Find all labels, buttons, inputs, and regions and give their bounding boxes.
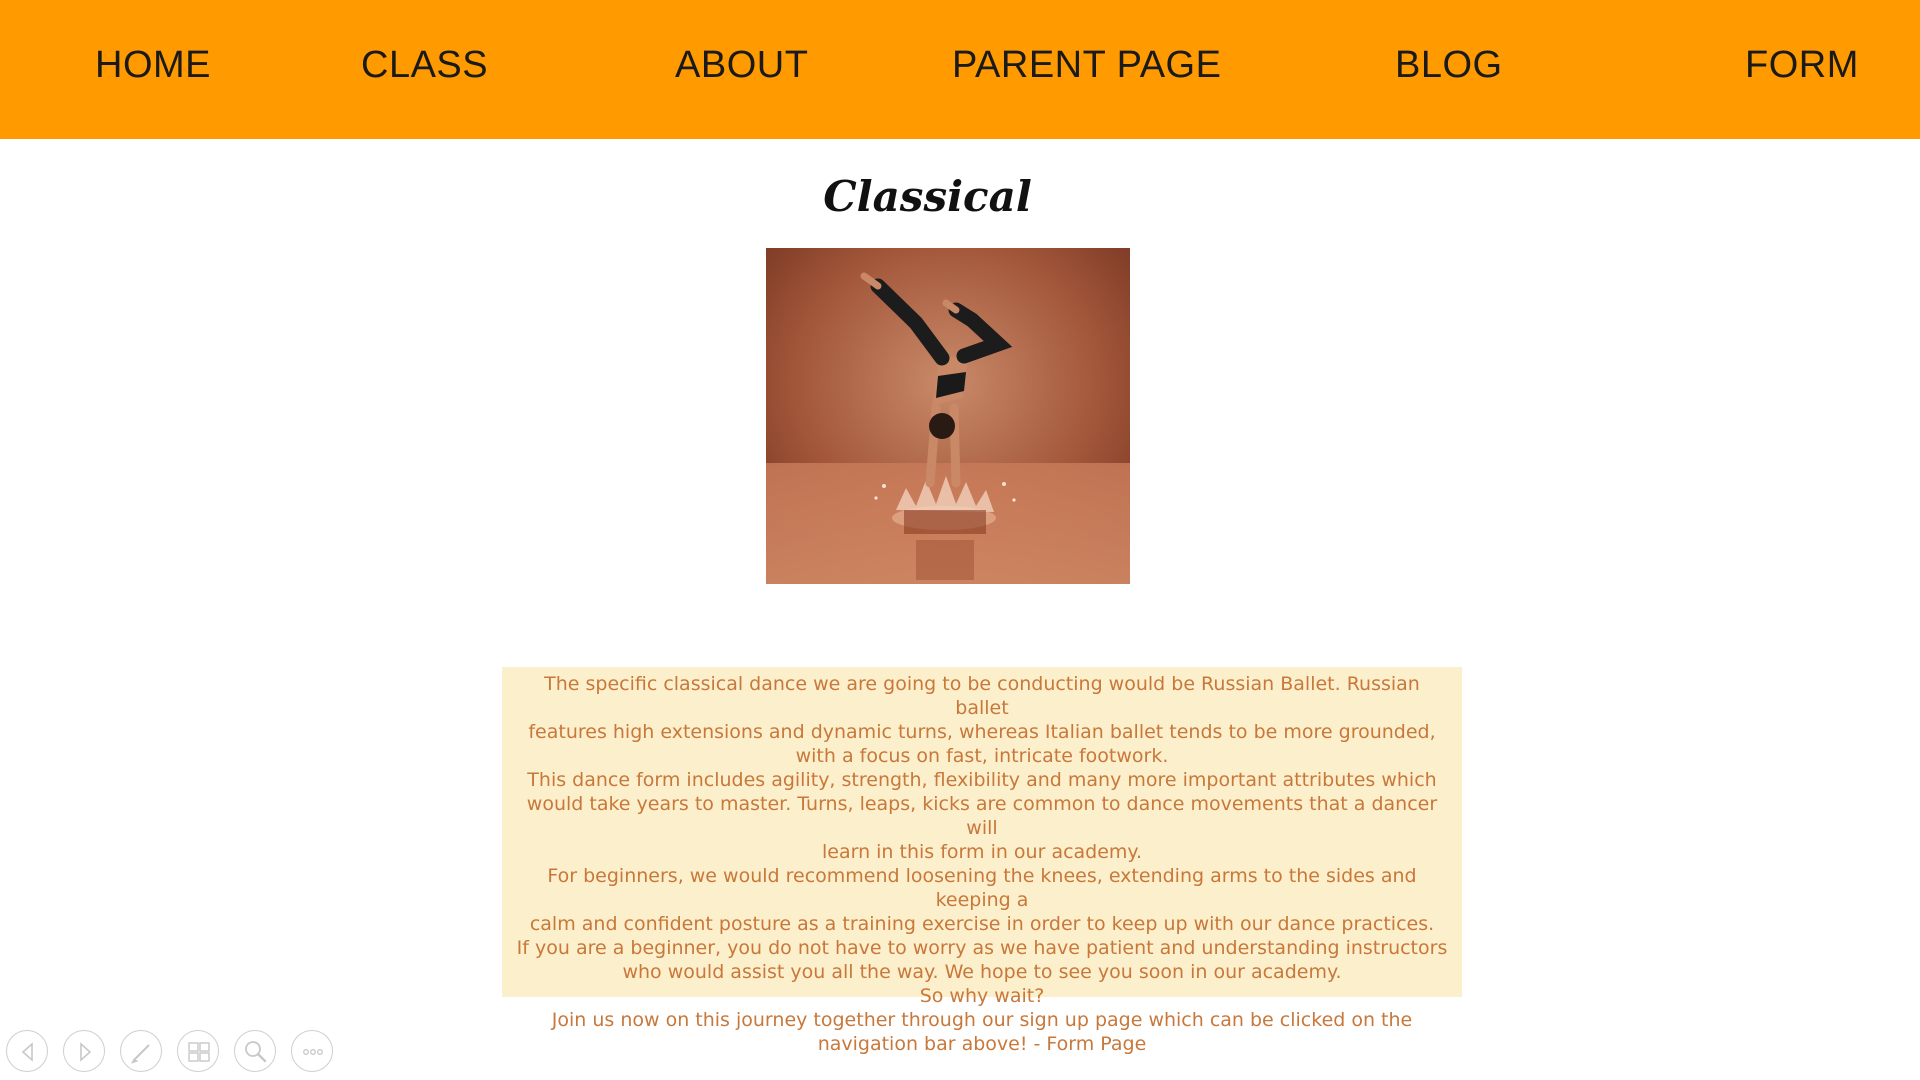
description-line: The specific classical dance we are goin… [544,673,1420,719]
description-line: calm and confident posture as a training… [529,913,1435,935]
description-line: So why wait? [919,985,1045,1007]
nav-parent-page[interactable]: PARENT PAGE [952,44,1221,87]
description-line: with a focus on fast, intricate footwork… [795,745,1169,767]
nav-home[interactable]: HOME [95,44,211,87]
nav-class[interactable]: CLASS [361,44,488,87]
nav-blog[interactable]: BLOG [1395,44,1503,87]
description-line: learn in this form in our academy. [821,841,1143,863]
description-line: who would assist you all the way. We hop… [622,961,1342,983]
previous-icon[interactable] [6,1030,48,1072]
navigation-bar: HOME CLASS ABOUT PARENT PAGE BLOG FORM [0,0,1920,139]
slides-icon[interactable] [177,1030,219,1072]
description-line: If you are a beginner, you do not have t… [516,937,1448,959]
description-line: features high extensions and dynamic tur… [528,721,1436,743]
page-title: Classical [823,172,1032,221]
more-icon[interactable] [291,1030,333,1072]
dancer-photo [766,248,1130,584]
description-line: would take years to master. Turns, leaps… [526,793,1438,839]
description-box: The specific classical dance we are goin… [502,667,1462,1055]
description-line: Join us now on this journey together thr… [551,1009,1413,1031]
nav-about[interactable]: ABOUT [675,44,808,87]
description-line: navigation bar above! - Form Page [817,1033,1147,1055]
nav-form[interactable]: FORM [1745,44,1859,87]
description-line: For beginners, we would recommend loosen… [547,865,1417,911]
next-icon[interactable] [63,1030,105,1072]
pen-icon[interactable] [120,1030,162,1072]
zoom-icon[interactable] [234,1030,276,1072]
description-line: This dance form includes agility, streng… [527,769,1437,791]
